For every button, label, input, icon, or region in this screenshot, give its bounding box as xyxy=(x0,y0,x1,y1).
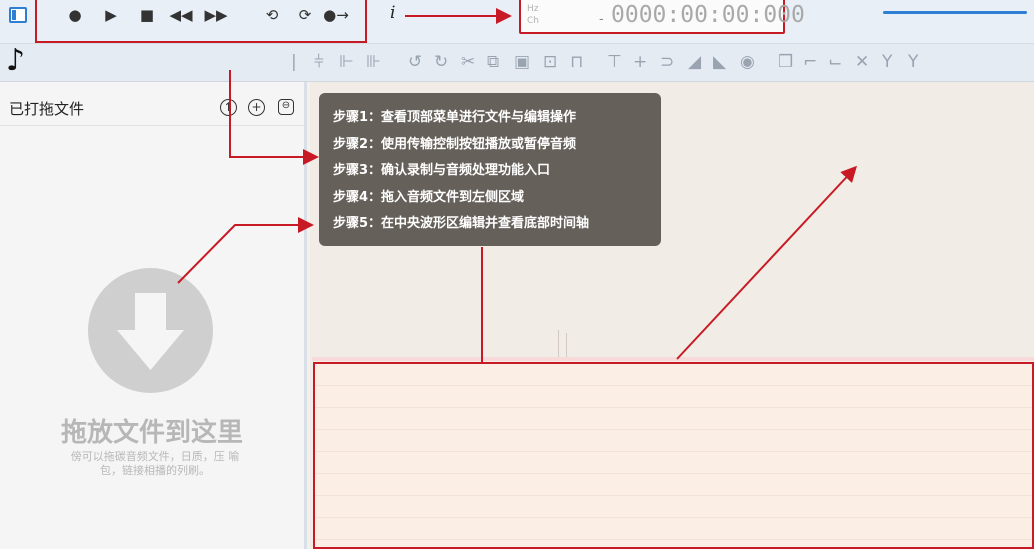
envelope-icon[interactable]: ⊪ xyxy=(366,53,381,71)
fade-out-icon[interactable]: ◣ xyxy=(713,53,726,71)
cut-icon[interactable]: ✂ xyxy=(461,53,475,71)
time-display: Hz Ch - 0000:00:00:000 xyxy=(519,0,805,34)
undo-icon[interactable]: ↺ xyxy=(408,53,422,71)
time-sign: - xyxy=(599,12,604,27)
drop-zone-title: 拖放文件到这里 xyxy=(60,418,243,448)
waveform-icon[interactable]: ⫩ xyxy=(314,53,324,71)
guide-step-3: 步骤3：确认录制与音频处理功能入口 xyxy=(333,163,551,178)
guide-step-5: 步骤5：在中央波形区编辑并查看底部时间轴 xyxy=(333,216,590,231)
drop-zone-icon[interactable] xyxy=(88,268,213,393)
level-meter xyxy=(883,11,1027,14)
curve-out-icon[interactable]: ⌙ xyxy=(828,53,842,71)
normalize-icon[interactable]: ◉ xyxy=(740,53,755,71)
waveform-baseline xyxy=(312,357,1034,361)
transport-annotation-box xyxy=(35,0,367,43)
time-value: 0000:00:00:000 xyxy=(611,2,805,28)
waveform-peak xyxy=(558,330,559,357)
mute-icon[interactable]: ✕ xyxy=(855,53,869,71)
waveform-peak xyxy=(566,333,567,357)
collapse-panel-icon[interactable]: ⊖ xyxy=(278,99,294,115)
info-icon[interactable]: i xyxy=(390,3,395,23)
download-arrow-icon xyxy=(117,293,184,370)
fade-in-icon[interactable]: ◢ xyxy=(688,53,701,71)
import-file-icon[interactable]: ↑ xyxy=(220,99,237,116)
spectrum-icon[interactable]: ⊩ xyxy=(339,53,354,71)
sidebar-toggle-icon[interactable] xyxy=(9,7,27,23)
filter-icon[interactable]: Y xyxy=(882,53,892,71)
guide-step-2: 步骤2：使用传输控制按钮播放或暂停音频 xyxy=(333,136,577,152)
delete-icon[interactable]: ⊡ xyxy=(543,53,557,71)
file-panel-header: 已打拖文件 ↑ + ⊖ xyxy=(0,82,304,126)
time-label-top: Hz xyxy=(527,4,539,14)
filter-alt-icon[interactable]: Y xyxy=(908,53,918,71)
guide-step-1: 步骤1：查看顶部菜单进行文件与编辑操作 xyxy=(333,110,577,125)
add-marker-icon[interactable]: + xyxy=(633,53,647,71)
add-file-icon[interactable]: + xyxy=(248,99,265,116)
copy-icon[interactable]: ⧉ xyxy=(487,53,499,71)
paste-icon[interactable]: ▣ xyxy=(514,53,530,71)
crop-icon[interactable]: ⊓ xyxy=(570,53,583,71)
trim-icon[interactable]: ⊤ xyxy=(607,53,622,71)
time-label-bottom: Ch xyxy=(527,16,539,26)
guide-step-4: 步骤4：拖入音频文件到左侧区域 xyxy=(333,189,525,205)
loop-region-icon[interactable]: ⊃ xyxy=(660,53,674,71)
redo-icon[interactable]: ↻ xyxy=(434,53,448,71)
curve-in-icon[interactable]: ⌐ xyxy=(803,53,817,71)
music-note-icon: ♪ xyxy=(6,43,26,78)
duplicate-icon[interactable]: ❒ xyxy=(778,53,793,71)
timeline-area[interactable] xyxy=(313,362,1034,549)
split-icon[interactable]: | xyxy=(291,53,297,71)
file-panel: 已打拖文件 ↑ + ⊖ 拖放文件到这里 傍可以拖碳音频文件，日质，压 喻包，链接… xyxy=(0,82,307,549)
guide-tooltip: 步骤1：查看顶部菜单进行文件与编辑操作 步骤2：使用传输控制按钮播放或暂停音频 … xyxy=(319,93,661,246)
drop-zone-hint: 傍可以拖碳音频文件，日质，压 喻包，链接相播的列刷。 xyxy=(70,450,240,477)
file-panel-title: 已打拖文件 xyxy=(9,100,85,118)
